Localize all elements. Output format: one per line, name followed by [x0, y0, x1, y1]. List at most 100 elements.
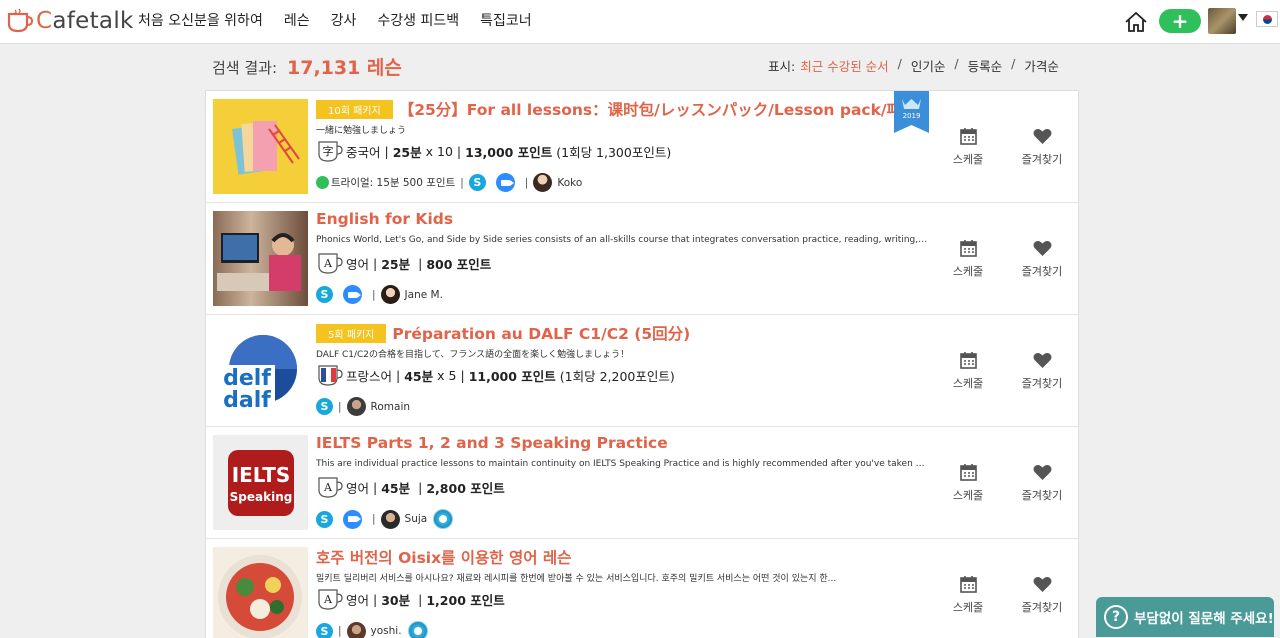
lesson-price: 11,000 포인트	[468, 368, 556, 384]
lesson-card[interactable]: 10회 패키지 【25分】For all lessons：课时包/レッスンパック…	[206, 91, 1078, 203]
title-row: IELTS Parts 1, 2 and 3 Speaking Practice	[316, 434, 668, 452]
schedule-button[interactable]: 스케줄	[938, 574, 998, 615]
lesson-info: A 영어 | 25분 | 800 포인트	[316, 250, 491, 276]
sort-newest[interactable]: 등록순	[968, 56, 1003, 75]
trial-icon	[316, 176, 329, 189]
plus-icon: +	[1171, 9, 1189, 33]
tutor-avatar[interactable]	[346, 397, 366, 416]
skype-icon: S	[316, 510, 333, 528]
svg-text:字: 字	[323, 144, 334, 158]
lesson-thumbnail[interactable]: IELTS Speaking	[213, 435, 308, 530]
lesson-title[interactable]: IELTS Parts 1, 2 and 3 Speaking Practice	[316, 434, 668, 452]
favorite-label: 즐겨찾기	[1021, 601, 1063, 614]
lesson-title[interactable]: 호주 버전의 Oisix를 이용한 영어 레슨	[316, 546, 571, 568]
chat-button[interactable]: ? 부담없이 질문해 주세요!	[1096, 597, 1274, 637]
nav-tutors[interactable]: 강사	[331, 10, 357, 30]
tutor-avatar[interactable]	[346, 621, 366, 638]
lesson-title[interactable]: Préparation au DALF C1/C2 (5回分)	[392, 322, 690, 344]
svg-text:A: A	[323, 257, 333, 270]
schedule-label: 스케줄	[952, 489, 984, 502]
sort-popular[interactable]: 인기순	[911, 56, 946, 75]
results-label: 검색 결과:	[212, 59, 278, 77]
lesson-card[interactable]: English for Kids Phonics World, Let's Go…	[206, 203, 1078, 315]
skype-icon: S	[468, 174, 486, 191]
lesson-thumbnail[interactable]	[213, 99, 308, 194]
lesson-title[interactable]: English for Kids	[316, 210, 453, 228]
schedule-button[interactable]: 스케줄	[938, 238, 998, 279]
chat-label: 부담없이 질문해 주세요!	[1134, 611, 1274, 627]
calendar-icon	[959, 240, 977, 257]
tutor-name[interactable]: yoshi.	[371, 625, 402, 637]
award-badge-icon	[407, 621, 428, 638]
lesson-language: 중국어	[346, 144, 381, 160]
language-cup-icon: 字	[318, 141, 343, 162]
lesson-thumbnail[interactable]: delf dalf	[213, 323, 308, 418]
favorite-button[interactable]: 즐겨찾기	[1012, 574, 1072, 615]
nav-for-newcomers[interactable]: 처음 오신분을 위하여	[138, 10, 263, 30]
korea-flag-icon[interactable]	[1256, 11, 1278, 27]
schedule-button[interactable]: 스케줄	[938, 462, 998, 503]
nav-feedback[interactable]: 수강생 피드백	[377, 10, 459, 30]
calendar-icon	[959, 576, 977, 593]
schedule-button[interactable]: 스케줄	[938, 126, 998, 167]
lesson-per-price: (1회당 2,200포인트)	[559, 368, 675, 384]
favorite-button[interactable]: 즐겨찾기	[1012, 462, 1072, 503]
top-header: Cafetalk 처음 오신분을 위하여 레슨 강사 수강생 피드백 특집코너 …	[0, 0, 1280, 44]
sort-price[interactable]: 가격순	[1024, 56, 1059, 75]
calendar-icon	[959, 128, 977, 145]
tutor-name[interactable]: Jane M.	[405, 289, 443, 301]
favorite-label: 즐겨찾기	[1021, 489, 1063, 502]
plus-button[interactable]: +	[1159, 9, 1201, 33]
lesson-card[interactable]: IELTS Speaking IELTS Parts 1, 2 and 3 Sp…	[206, 427, 1078, 539]
title-row: 5회 패키지 Préparation au DALF C1/C2 (5回分)	[316, 322, 690, 344]
lesson-thumbnail[interactable]	[213, 547, 308, 638]
svg-text:2019: 2019	[903, 112, 921, 120]
language-cup-icon: A	[318, 253, 343, 274]
tutor-avatar[interactable]	[380, 285, 400, 304]
favorite-button[interactable]: 즐겨찾기	[1012, 126, 1072, 167]
favorite-label: 즐겨찾기	[1021, 153, 1063, 166]
lesson-meta: S | Romain	[316, 397, 410, 416]
tutor-name[interactable]: Romain	[371, 401, 410, 413]
lesson-multiplier: x 5	[437, 367, 457, 383]
schedule-button[interactable]: 스케줄	[938, 350, 998, 391]
schedule-label: 스케줄	[952, 265, 984, 278]
lesson-title[interactable]: 【25分】For all lessons：课时包/レッスンパック/Lesson …	[399, 98, 930, 120]
tutor-avatar[interactable]	[533, 173, 553, 192]
tutor-name[interactable]: Suja	[405, 513, 428, 525]
home-icon[interactable]	[1124, 10, 1148, 34]
lesson-list: 10회 패키지 【25分】For all lessons：课时包/レッスンパック…	[205, 90, 1079, 638]
award-badge-icon	[433, 509, 454, 529]
lesson-description: 一緒に勉強しましょう	[316, 126, 407, 136]
lesson-language: 프랑스어	[346, 368, 393, 384]
heart-icon	[1033, 352, 1051, 368]
lesson-price: 2,800 포인트	[426, 480, 505, 496]
package-badge: 10회 패키지	[316, 99, 393, 119]
user-avatar[interactable]	[1208, 8, 1236, 34]
cafetalk-logo[interactable]: Cafetalk	[6, 6, 134, 36]
favorite-button[interactable]: 즐겨찾기	[1012, 350, 1072, 391]
tutor-avatar[interactable]	[380, 509, 400, 529]
logo-text: Cafetalk	[36, 8, 134, 34]
lesson-price: 800 포인트	[426, 256, 492, 272]
schedule-label: 스케줄	[952, 153, 984, 166]
schedule-label: 스케줄	[952, 377, 984, 390]
trial-info: 트라이얼: 15분 500 포인트	[331, 177, 456, 189]
favorite-button[interactable]: 즐겨찾기	[1012, 238, 1072, 279]
lesson-card[interactable]: 호주 버전의 Oisix를 이용한 영어 레슨 밀키트 딜리버리 서비스를 아시…	[206, 539, 1078, 638]
lesson-meta: S | yoshi.	[316, 621, 428, 638]
title-row: English for Kids	[316, 210, 453, 228]
sort-options: 표시: 최근 수강된 순서 / 인기순 / 등록순 / 가격순	[768, 56, 1059, 75]
main-nav: 처음 오신분을 위하여 레슨 강사 수강생 피드백 특집코너	[138, 0, 553, 40]
nav-lessons[interactable]: 레슨	[284, 10, 310, 30]
schedule-label: 스케줄	[952, 601, 984, 614]
tutor-name[interactable]: Koko	[557, 177, 582, 189]
results-count: 17,131 레슨	[287, 57, 402, 79]
lesson-thumbnail[interactable]	[213, 211, 308, 306]
lesson-card[interactable]: delf dalf 5회 패키지 Préparation au DALF C1/…	[206, 315, 1078, 427]
svg-text:IELTS: IELTS	[232, 463, 291, 487]
lesson-info: A 영어 | 45분 | 2,800 포인트	[316, 474, 505, 500]
caret-down-icon[interactable]	[1238, 14, 1248, 21]
sort-recent[interactable]: 최근 수강된 순서	[800, 56, 888, 75]
nav-features[interactable]: 특집코너	[480, 10, 532, 30]
